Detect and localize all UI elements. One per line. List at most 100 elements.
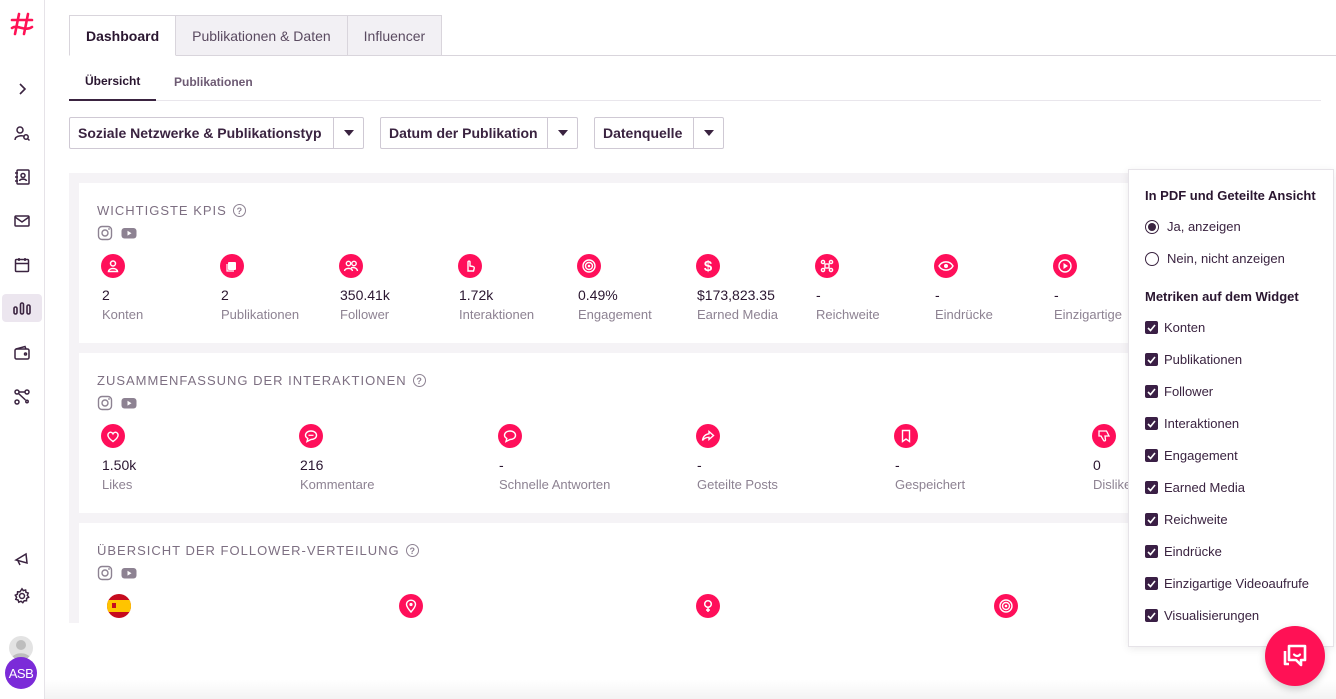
- widget-settings-panel: In PDF und Geteilte Ansicht Ja, anzeigen…: [1128, 169, 1334, 647]
- metric-value: 350.41k: [340, 287, 390, 303]
- check-icon[interactable]: [1145, 353, 1158, 366]
- checkbox-accounts[interactable]: Konten: [1145, 320, 1205, 335]
- metric-accounts: 2 Konten: [98, 254, 216, 322]
- checkbox-publications[interactable]: Publikationen: [1145, 352, 1242, 367]
- contacts-icon[interactable]: [9, 164, 35, 190]
- chevron-right-icon[interactable]: [9, 76, 35, 102]
- metric-label: Earned Media: [697, 307, 778, 322]
- share-icon: [696, 424, 720, 448]
- sidebar: ASB: [0, 0, 45, 699]
- mail-icon[interactable]: [9, 208, 35, 234]
- check-icon[interactable]: [1145, 385, 1158, 398]
- target-icon: [994, 594, 1018, 618]
- check-icon[interactable]: [1145, 321, 1158, 334]
- subtab-publications[interactable]: Publikationen: [174, 62, 253, 101]
- avatar[interactable]: ASB: [5, 657, 37, 689]
- metric-quick-replies: - Schnelle Antworten: [495, 424, 675, 492]
- checkbox-earned-media[interactable]: Earned Media: [1145, 480, 1245, 495]
- check-icon[interactable]: [1145, 481, 1158, 494]
- radio-label: Ja, anzeigen: [1167, 219, 1241, 234]
- checkbox-unique-video-views[interactable]: Einzigartige Videoaufrufe: [1145, 576, 1309, 591]
- metric-label: Schnelle Antworten: [499, 477, 611, 492]
- metric-unique-views: - Einzigartige: [1050, 254, 1128, 322]
- calendar-icon[interactable]: [9, 252, 35, 278]
- instagram-icon: [97, 395, 113, 416]
- radio-button[interactable]: [1145, 251, 1159, 266]
- metric-label: Dislike: [1093, 477, 1128, 492]
- check-icon[interactable]: [1145, 609, 1158, 622]
- metrics-heading: Metriken auf dem Widget: [1145, 289, 1299, 304]
- checkbox-impressions[interactable]: Eindrücke: [1145, 544, 1222, 559]
- metric-value: 0.49%: [578, 287, 618, 303]
- interactions-widget: ZUSAMMENFASSUNG DER INTERAKTIONEN ? 1.50…: [79, 353, 1128, 513]
- filter-label: Datenquelle: [603, 125, 683, 141]
- metric-engagement: 0.49% Engagement: [574, 254, 692, 322]
- sub-tabs: Übersicht Publikationen: [69, 62, 1321, 101]
- metric-label: Kommentare: [300, 477, 375, 492]
- widget-title: ZUSAMMENFASSUNG DER INTERAKTIONEN ?: [97, 373, 426, 388]
- play-icon: [1053, 254, 1077, 278]
- subtab-overview[interactable]: Übersicht: [69, 62, 157, 101]
- check-icon[interactable]: [1145, 577, 1158, 590]
- help-icon[interactable]: ?: [232, 204, 246, 217]
- metric-label: Einzigartige: [1054, 307, 1122, 322]
- bookmark-icon: [894, 424, 918, 448]
- metric-label: Eindrücke: [935, 307, 993, 322]
- checkbox-reach[interactable]: Reichweite: [1145, 512, 1228, 527]
- checkbox-label: Einzigartige Videoaufrufe: [1164, 576, 1310, 591]
- checkbox-followers[interactable]: Follower: [1145, 384, 1213, 399]
- metric-value: -: [816, 287, 821, 303]
- filter-publication-date[interactable]: Datum der Publikation: [380, 117, 578, 149]
- tab-dashboard[interactable]: Dashboard: [69, 15, 177, 56]
- check-icon[interactable]: [1145, 449, 1158, 462]
- settings-icon[interactable]: [9, 583, 35, 609]
- filter-social-networks[interactable]: Soziale Netzwerke & Publikationstyp: [69, 117, 364, 149]
- support-chat-button[interactable]: [1265, 626, 1325, 686]
- checkbox-visualizations[interactable]: Visualisierungen: [1145, 608, 1259, 623]
- help-icon[interactable]: ?: [412, 374, 426, 387]
- checkbox-label: Konten: [1164, 320, 1206, 335]
- user-search-icon[interactable]: [9, 120, 35, 146]
- checkbox-label: Reichweite: [1164, 512, 1228, 527]
- gender-female-icon: [696, 594, 720, 618]
- filter-data-source[interactable]: Datenquelle: [594, 117, 724, 149]
- radio-show-yes[interactable]: Ja, anzeigen: [1145, 219, 1241, 234]
- check-icon[interactable]: [1145, 545, 1158, 558]
- workflow-icon[interactable]: [9, 384, 35, 410]
- metric-earned-media: $ $173,823.35 Earned Media: [693, 254, 811, 322]
- metric-label: Interaktionen: [459, 307, 535, 322]
- metric-interactions: 1.72k Interaktionen: [455, 254, 573, 322]
- metric-value: -: [697, 457, 702, 473]
- metric-value: 2: [221, 287, 229, 303]
- source-icons: [97, 395, 137, 416]
- metric-label: Engagement: [578, 307, 652, 322]
- instagram-icon: [97, 225, 113, 246]
- checkbox-engagement[interactable]: Engagement: [1145, 448, 1238, 463]
- bottom-fade: [45, 680, 1336, 699]
- share-view-heading: In PDF und Geteilte Ansicht: [1145, 188, 1316, 203]
- analytics-icon[interactable]: [2, 294, 42, 322]
- wallet-icon[interactable]: [9, 340, 35, 366]
- megaphone-icon[interactable]: [9, 546, 35, 572]
- quick-reply-icon: [498, 424, 522, 448]
- metric-value: 216: [300, 457, 324, 473]
- radio-show-no[interactable]: Nein, nicht anzeigen: [1145, 251, 1285, 266]
- youtube-icon: [121, 395, 137, 416]
- metric-label: Konten: [102, 307, 144, 322]
- metric-likes: 1.50k Likes: [98, 424, 278, 492]
- check-icon[interactable]: [1145, 513, 1158, 526]
- metric-value: -: [895, 457, 900, 473]
- brand-logo-icon[interactable]: [9, 11, 35, 37]
- metric-value: 1.72k: [459, 287, 494, 303]
- check-icon[interactable]: [1145, 417, 1158, 430]
- tab-publications-data[interactable]: Publikationen & Daten: [176, 15, 348, 56]
- checkbox-interactions[interactable]: Interaktionen: [1145, 416, 1239, 431]
- tab-influencer[interactable]: Influencer: [347, 15, 443, 56]
- metric-value: 2: [102, 287, 110, 303]
- radio-button[interactable]: [1145, 219, 1159, 234]
- metric-label: Likes: [102, 477, 133, 492]
- help-icon[interactable]: ?: [405, 544, 419, 557]
- radio-label: Nein, nicht anzeigen: [1167, 251, 1285, 266]
- metric-value: 1.50k: [102, 457, 137, 473]
- caret-down-icon: [547, 118, 577, 148]
